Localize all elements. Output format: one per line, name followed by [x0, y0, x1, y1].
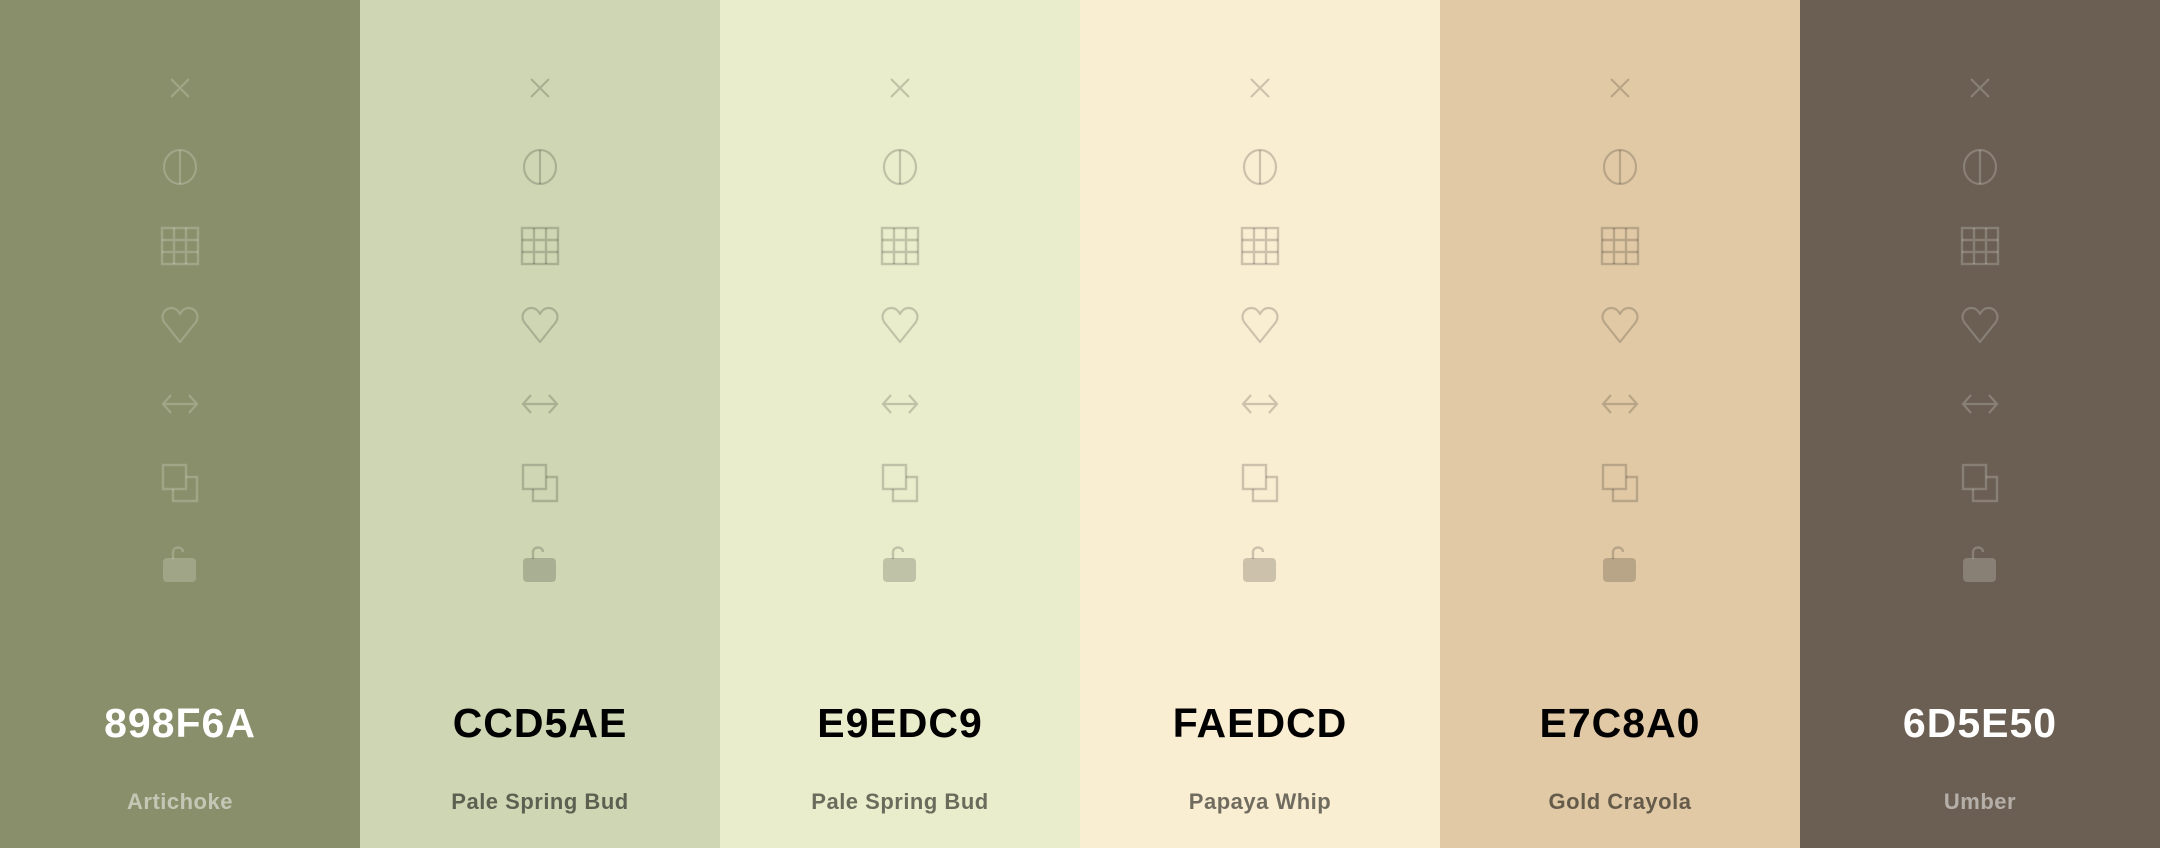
hex-code[interactable]: 898F6A	[0, 700, 360, 747]
heart-icon[interactable]	[160, 305, 200, 345]
unlock-icon[interactable]	[160, 542, 200, 582]
heart-icon[interactable]	[880, 305, 920, 345]
swap-arrows-icon[interactable]	[880, 384, 920, 424]
heart-icon[interactable]	[1600, 305, 1640, 345]
close-icon[interactable]	[1600, 68, 1640, 108]
color-name: Pale Spring Bud	[451, 789, 629, 814]
color-swatch-faedcd[interactable]: FAEDCD Papaya Whip	[1080, 0, 1440, 848]
heart-icon[interactable]	[1240, 305, 1280, 345]
grid-icon[interactable]	[1240, 226, 1280, 266]
swatch-actions	[1080, 68, 1440, 621]
unlock-icon[interactable]	[520, 542, 560, 582]
color-name: Umber	[1943, 789, 2017, 814]
color-swatch-6d5e50[interactable]: 6D5E50 Umber	[1800, 0, 2160, 848]
color-name: Artichoke	[127, 789, 233, 814]
copy-icon[interactable]	[880, 463, 920, 503]
close-icon[interactable]	[880, 68, 920, 108]
heart-icon[interactable]	[520, 305, 560, 345]
swap-arrows-icon[interactable]	[1240, 384, 1280, 424]
swatch-actions	[0, 68, 360, 621]
grid-icon[interactable]	[880, 226, 920, 266]
contrast-icon[interactable]	[1960, 147, 2000, 187]
copy-icon[interactable]	[160, 463, 200, 503]
color-swatch-898f6a[interactable]: 898F6A Artichoke	[0, 0, 360, 848]
contrast-icon[interactable]	[160, 147, 200, 187]
swatch-actions	[360, 68, 720, 621]
unlock-icon[interactable]	[1240, 542, 1280, 582]
color-swatch-e7c8a0[interactable]: E7C8A0 Gold Crayola	[1440, 0, 1800, 848]
color-swatch-e9edc9[interactable]: E9EDC9 Pale Spring Bud	[720, 0, 1080, 848]
grid-icon[interactable]	[1960, 226, 2000, 266]
copy-icon[interactable]	[1960, 463, 2000, 503]
unlock-icon[interactable]	[1600, 542, 1640, 582]
unlock-icon[interactable]	[1960, 542, 2000, 582]
grid-icon[interactable]	[520, 226, 560, 266]
contrast-icon[interactable]	[880, 147, 920, 187]
close-icon[interactable]	[160, 68, 200, 108]
copy-icon[interactable]	[1600, 463, 1640, 503]
heart-icon[interactable]	[1960, 305, 2000, 345]
contrast-icon[interactable]	[1600, 147, 1640, 187]
grid-icon[interactable]	[1600, 226, 1640, 266]
close-icon[interactable]	[1960, 68, 2000, 108]
hex-code[interactable]: FAEDCD	[1080, 700, 1440, 747]
swap-arrows-icon[interactable]	[160, 384, 200, 424]
copy-icon[interactable]	[520, 463, 560, 503]
swap-arrows-icon[interactable]	[1960, 384, 2000, 424]
close-icon[interactable]	[520, 68, 560, 108]
swap-arrows-icon[interactable]	[1600, 384, 1640, 424]
copy-icon[interactable]	[1240, 463, 1280, 503]
unlock-icon[interactable]	[880, 542, 920, 582]
hex-code[interactable]: 6D5E50	[1800, 700, 2160, 747]
swatch-actions	[720, 68, 1080, 621]
hex-code[interactable]: E9EDC9	[720, 700, 1080, 747]
color-palette: 898F6A Artichoke CCD5AE Pale Spring Bud …	[0, 0, 2160, 848]
swatch-actions	[1440, 68, 1800, 621]
grid-icon[interactable]	[160, 226, 200, 266]
hex-code[interactable]: E7C8A0	[1440, 700, 1800, 747]
color-swatch-ccd5ae[interactable]: CCD5AE Pale Spring Bud	[360, 0, 720, 848]
color-name: Gold Crayola	[1548, 789, 1692, 814]
contrast-icon[interactable]	[520, 147, 560, 187]
swatch-actions	[1800, 68, 2160, 621]
color-name: Pale Spring Bud	[811, 789, 989, 814]
close-icon[interactable]	[1240, 68, 1280, 108]
swap-arrows-icon[interactable]	[520, 384, 560, 424]
hex-code[interactable]: CCD5AE	[360, 700, 720, 747]
contrast-icon[interactable]	[1240, 147, 1280, 187]
color-name: Papaya Whip	[1188, 789, 1332, 814]
